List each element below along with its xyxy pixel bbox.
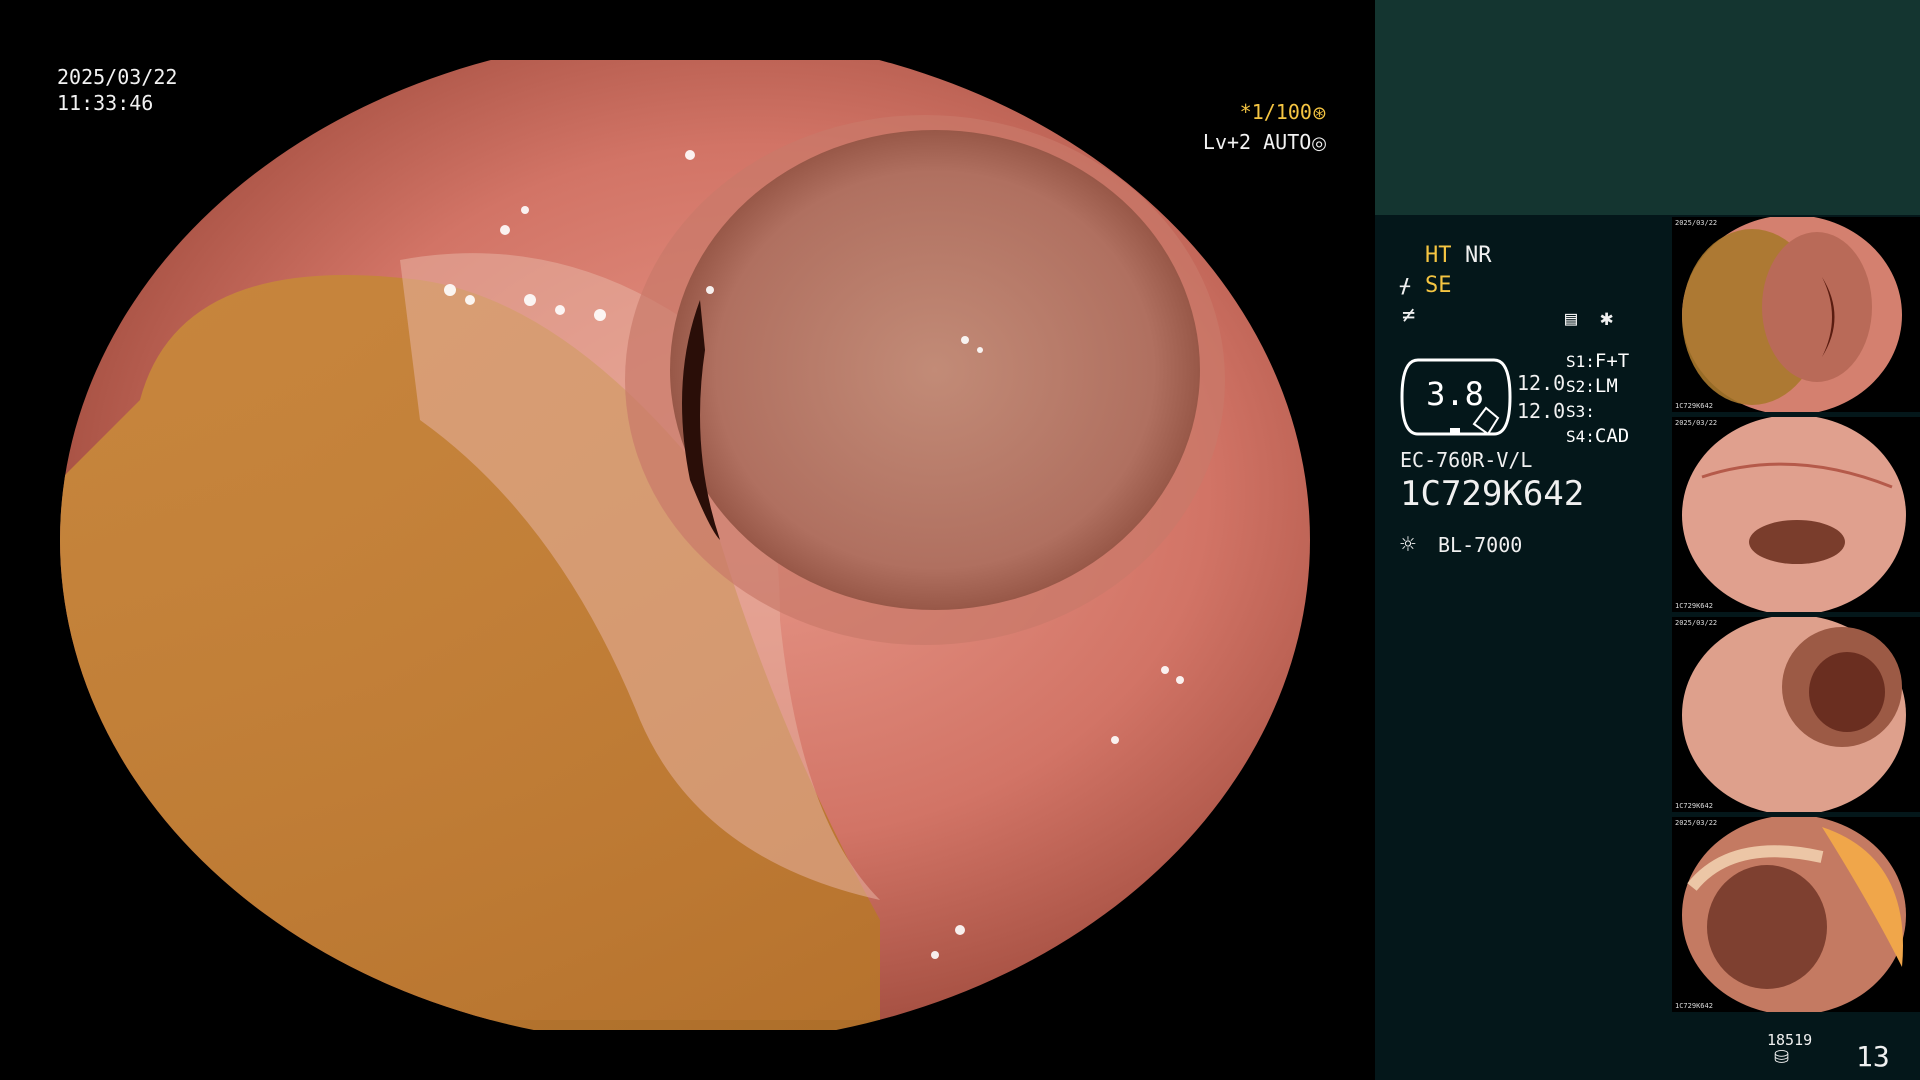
thumbnail-serial: 1C729K642 [1675,802,1713,810]
thumbnail-date: 2025/03/22 [1675,619,1718,627]
thumbnail-image [1672,417,1920,612]
thumbnail-image [1672,617,1920,812]
thumbnail-date: 2025/03/22 [1675,819,1718,827]
scope-button-row: S3: [1566,400,1629,425]
scope-button-key: S1: [1566,352,1595,371]
storage-disk-icon: ⛁ [1774,1047,1790,1068]
scope-button-row: S1:F+T [1566,350,1629,375]
scope-button-value: F+T [1594,350,1630,372]
freeze-icon: ≠ [1402,303,1416,328]
zoom-value: 3.8 [1426,375,1484,413]
gauge-value-2: 12.0 [1517,399,1566,423]
thumbnail-serial: 1C729K642 [1675,402,1713,410]
structure-enhance-icon: ᚋ [1400,273,1410,297]
scope-button-key: S2: [1566,377,1595,396]
capture-thumbnail-3[interactable]: 2025/03/22 1C729K642 [1672,617,1920,812]
scope-button-row: S2:LM [1566,375,1629,400]
endoscope-image [60,60,1310,1030]
thumbnail-date: 2025/03/22 [1675,419,1718,427]
scope-button-key: S3: [1566,402,1595,421]
ht-mode: HT [1425,243,1452,268]
scope-model: EC-760R-V/L [1400,448,1533,472]
shutter-speed: *1/100 [1239,100,1312,124]
se-mode: SE [1425,273,1452,298]
capture-count: 13 [1856,1040,1890,1073]
capture-thumbnail-1[interactable]: 2025/03/22 1C729K642 [1672,217,1920,412]
asterisk-icon: ✱ [1600,306,1614,331]
thumbnail-image [1672,817,1920,1012]
capture-time: 11:33:46 [57,91,154,115]
settings-list-icon: ▤ [1565,306,1578,330]
scope-button-list: S1:F+T S2:LM S3: S4:CAD [1566,350,1629,450]
scope-button-key: S4: [1566,427,1595,446]
gauge-value-1: 12.0 [1517,371,1566,395]
light-source-icon: ☼ [1400,530,1416,560]
shutter-readout: *1/100⊛ Lv+2 AUTO◎ [1203,98,1327,158]
endoscope-live-view: 2025/03/22 11:33:46 *1/100⊛ Lv+2 AUTO◎ [0,0,1375,1080]
thumbnail-serial: 1C729K642 [1675,1002,1713,1010]
capture-thumbnail-2[interactable]: 2025/03/22 1C729K642 [1672,417,1920,612]
info-panel-header [1375,0,1920,215]
thumbnail-image [1672,217,1920,412]
scope-serial: 1C729K642 [1400,474,1585,514]
capture-thumbnail-4[interactable]: 2025/03/22 1C729K642 [1672,817,1920,1012]
capture-date: 2025/03/22 [57,65,178,89]
scope-button-value: CAD [1594,425,1630,447]
scope-button-value: LM [1594,375,1618,397]
exposure-level: Lv+2 AUTO [1202,130,1312,154]
aperture-icon: ⊛ [1311,103,1327,124]
thumbnail-date: 2025/03/22 [1675,219,1718,227]
thumbnail-serial: 1C729K642 [1675,602,1713,610]
capture-datetime: 2025/03/22 11:33:46 [57,64,177,116]
nr-mode: NR [1465,243,1492,268]
info-panel-body [1375,215,1672,1080]
light-source-model: BL-7000 [1438,533,1523,557]
auto-iris-icon: ◎ [1311,133,1327,154]
info-panel-footer [1375,1020,1920,1080]
scope-button-row: S4:CAD [1566,425,1629,450]
